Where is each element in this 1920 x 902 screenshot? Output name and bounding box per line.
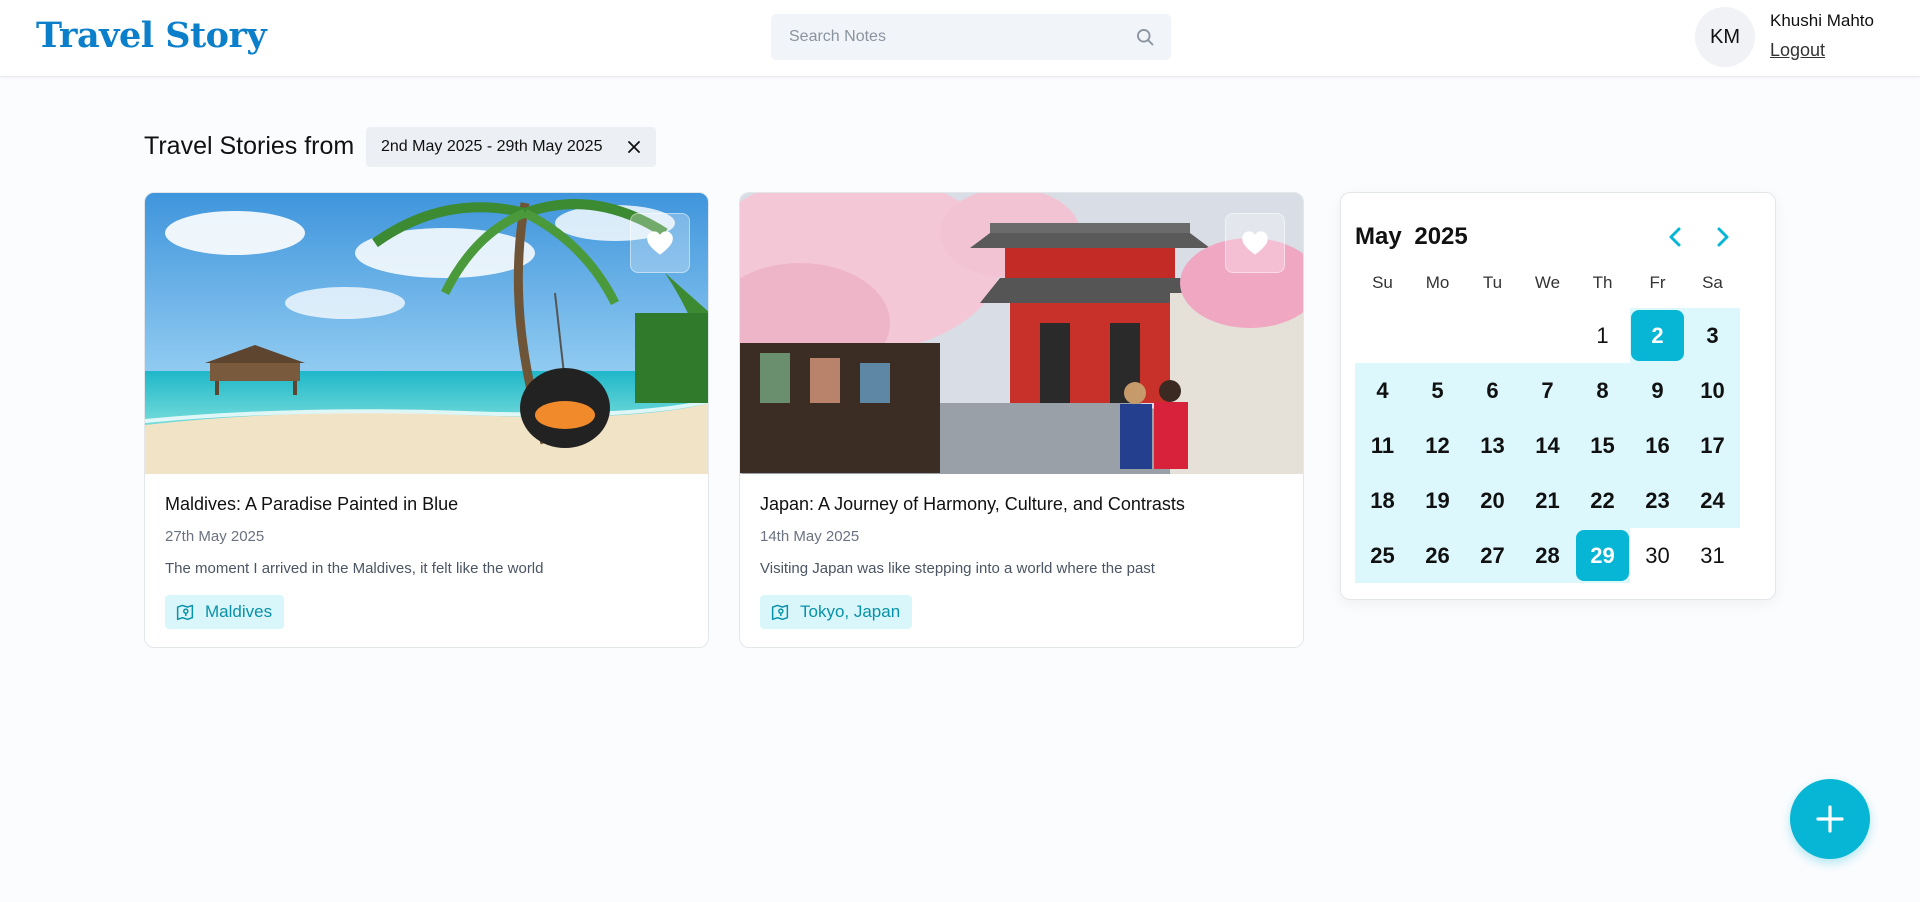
calendar-day[interactable]: 12	[1410, 418, 1465, 473]
story-title: Maldives: A Paradise Painted in Blue	[165, 494, 459, 514]
location-chip: Maldives	[165, 595, 285, 629]
calendar-day[interactable]: 4	[1355, 363, 1410, 418]
filter-title: Travel Stories from	[144, 132, 355, 160]
close-icon[interactable]	[626, 139, 642, 155]
calendar-day[interactable]: 7	[1520, 363, 1575, 418]
heart-icon	[647, 231, 673, 255]
date-range-chip: 2nd May 2025 - 29th May 2025	[366, 127, 656, 167]
calendar-day[interactable]: 24	[1685, 473, 1740, 528]
calendar-day[interactable]: 17	[1685, 418, 1740, 473]
calendar-day[interactable]: 21	[1520, 473, 1575, 528]
calendar-day[interactable]: 23	[1630, 473, 1685, 528]
story-date: 27th May 2025	[165, 528, 265, 545]
weekday-header: Mo	[1425, 273, 1450, 292]
story-image[interactable]	[145, 193, 708, 474]
location-label: Tokyo, Japan	[800, 602, 901, 621]
calendar-day[interactable]: 22	[1575, 473, 1630, 528]
calendar-day[interactable]: 26	[1410, 528, 1465, 583]
calendar-day[interactable]: 16	[1630, 418, 1685, 473]
weekday-header: Fr	[1649, 273, 1666, 292]
calendar-day[interactable]: 19	[1410, 473, 1465, 528]
story-date: 14th May 2025	[760, 528, 860, 545]
calendar-day[interactable]: 3	[1685, 308, 1740, 363]
calendar-day[interactable]: 8	[1575, 363, 1630, 418]
heart-icon	[1242, 231, 1268, 255]
calendar-day[interactable]: 6	[1465, 363, 1520, 418]
search-icon[interactable]	[1135, 27, 1155, 47]
calendar-day[interactable]: 27	[1465, 528, 1520, 583]
calendar-month: May	[1355, 223, 1402, 250]
calendar-day-selected[interactable]: 2	[1631, 310, 1684, 361]
calendar-month-label: May 2025	[1355, 223, 1468, 251]
calendar-day[interactable]: 25	[1355, 528, 1410, 583]
calendar-day[interactable]: 9	[1630, 363, 1685, 418]
calendar-day[interactable]: 1	[1575, 308, 1630, 363]
calendar-day[interactable]: 14	[1520, 418, 1575, 473]
weekday-header: Su	[1372, 273, 1393, 292]
calendar-day[interactable]: 10	[1685, 363, 1740, 418]
weekday-header: Sa	[1702, 273, 1723, 292]
calendar-day[interactable]: 28	[1520, 528, 1575, 583]
story-excerpt: The moment I arrived in the Maldives, it…	[165, 560, 544, 577]
weekday-header: Th	[1592, 273, 1613, 292]
map-icon	[176, 604, 194, 621]
chevron-right-icon[interactable]	[1707, 222, 1737, 252]
search-input[interactable]	[789, 14, 1119, 60]
location-chip: Tokyo, Japan	[760, 595, 913, 629]
calendar-day[interactable]: 18	[1355, 473, 1410, 528]
chevron-left-icon[interactable]	[1661, 222, 1691, 252]
story-image[interactable]	[740, 193, 1303, 474]
story-card[interactable]: Maldives: A Paradise Painted in Blue 27t…	[144, 192, 709, 648]
calendar-day[interactable]: 5	[1410, 363, 1465, 418]
avatar: KM	[1695, 7, 1755, 67]
plus-icon	[1816, 805, 1844, 833]
location-label: Maldives	[205, 602, 273, 621]
calendar-day[interactable]: 30	[1630, 528, 1685, 583]
user-name: Khushi Mahto	[1770, 11, 1874, 30]
calendar-day-selected[interactable]: 29	[1576, 530, 1629, 581]
search-bar	[771, 14, 1171, 60]
story-card[interactable]: Japan: A Journey of Harmony, Culture, an…	[739, 192, 1304, 648]
calendar-day[interactable]: 13	[1465, 418, 1520, 473]
weekday-header: Tu	[1482, 273, 1503, 292]
calendar-year: 2025	[1414, 223, 1468, 250]
calendar-day[interactable]: 20	[1465, 473, 1520, 528]
map-icon	[771, 604, 789, 621]
date-range-label: 2nd May 2025 - 29th May 2025	[381, 138, 603, 155]
add-story-button[interactable]	[1790, 779, 1870, 859]
story-title: Japan: A Journey of Harmony, Culture, an…	[760, 494, 1185, 514]
logout-button[interactable]: Logout	[1770, 40, 1825, 61]
story-excerpt: Visiting Japan was like stepping into a …	[760, 560, 1155, 577]
calendar-day[interactable]: 11	[1355, 418, 1410, 473]
app-logo[interactable]: Travel Story	[36, 12, 267, 60]
calendar-day[interactable]: 31	[1685, 528, 1740, 583]
favorite-button[interactable]	[1225, 213, 1285, 273]
weekday-header: We	[1534, 273, 1561, 292]
favorite-button[interactable]	[630, 213, 690, 273]
navbar: Travel Story KM Khushi Mahto Logout	[0, 0, 1920, 77]
date-range-calendar: May 2025 Su Mo Tu We Th Fr Sa 1 2 3 4 5 6 7 8 9 10 11 12 13…	[1340, 192, 1776, 600]
calendar-day[interactable]: 15	[1575, 418, 1630, 473]
